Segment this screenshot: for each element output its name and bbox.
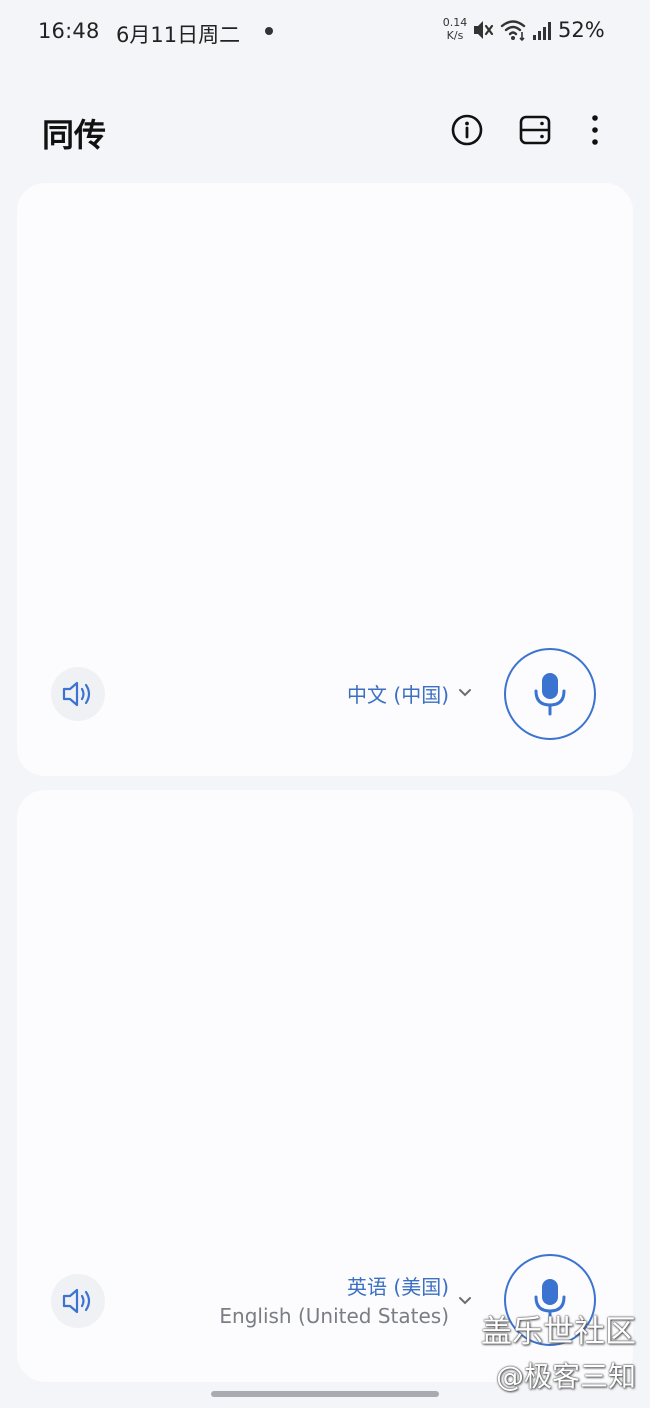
battery-level: 52%: [558, 18, 605, 42]
language-selector-bottom[interactable]: 英语 (美国) English (United States): [219, 1273, 473, 1331]
chevron-down-icon: [459, 689, 471, 697]
app-bar: 同传: [0, 96, 650, 166]
network-speed-unit: K/s: [446, 29, 464, 42]
split-view-icon: [519, 115, 551, 145]
info-button[interactable]: [445, 108, 489, 152]
target-language-panel: 英语 (美国) English (United States): [17, 790, 633, 1382]
speaker-button-bottom[interactable]: [51, 1274, 105, 1328]
speaker-button-top[interactable]: [51, 667, 105, 721]
language-label-top: 中文 (中国): [347, 683, 449, 707]
wifi-icon: [500, 18, 528, 46]
network-speed-value: 0.14: [442, 16, 468, 29]
more-options-button[interactable]: [573, 108, 617, 152]
mic-button-top[interactable]: [504, 648, 596, 740]
chevron-down-icon: [459, 1297, 471, 1305]
page-title: 同传: [42, 116, 107, 154]
watermark-author: @极客三知: [495, 1360, 636, 1393]
language-sublabel-bottom: English (United States): [219, 1304, 449, 1328]
home-indicator[interactable]: [211, 1391, 439, 1397]
status-bar: 16:48 6月11日周二 0.14 K/s 52%: [0, 0, 650, 64]
notification-dot-icon: [265, 27, 273, 35]
status-time: 16:48: [38, 19, 100, 43]
more-vertical-icon: [592, 115, 598, 145]
watermark-community: 盖乐世社区: [481, 1314, 636, 1350]
source-language-panel: 中文 (中国): [17, 183, 633, 776]
status-date: 6月11日周二: [116, 23, 241, 47]
microphone-icon: [534, 673, 566, 716]
info-icon: [451, 114, 483, 146]
mute-icon: [472, 18, 494, 46]
language-selector-top[interactable]: 中文 (中国): [347, 681, 473, 709]
split-view-button[interactable]: [513, 108, 557, 152]
language-label-bottom: 英语 (美国): [347, 1275, 449, 1299]
signal-icon: [531, 18, 553, 46]
speaker-icon: [62, 681, 91, 707]
speaker-icon: [62, 1288, 91, 1314]
network-speed: 0.14 K/s: [440, 16, 470, 42]
